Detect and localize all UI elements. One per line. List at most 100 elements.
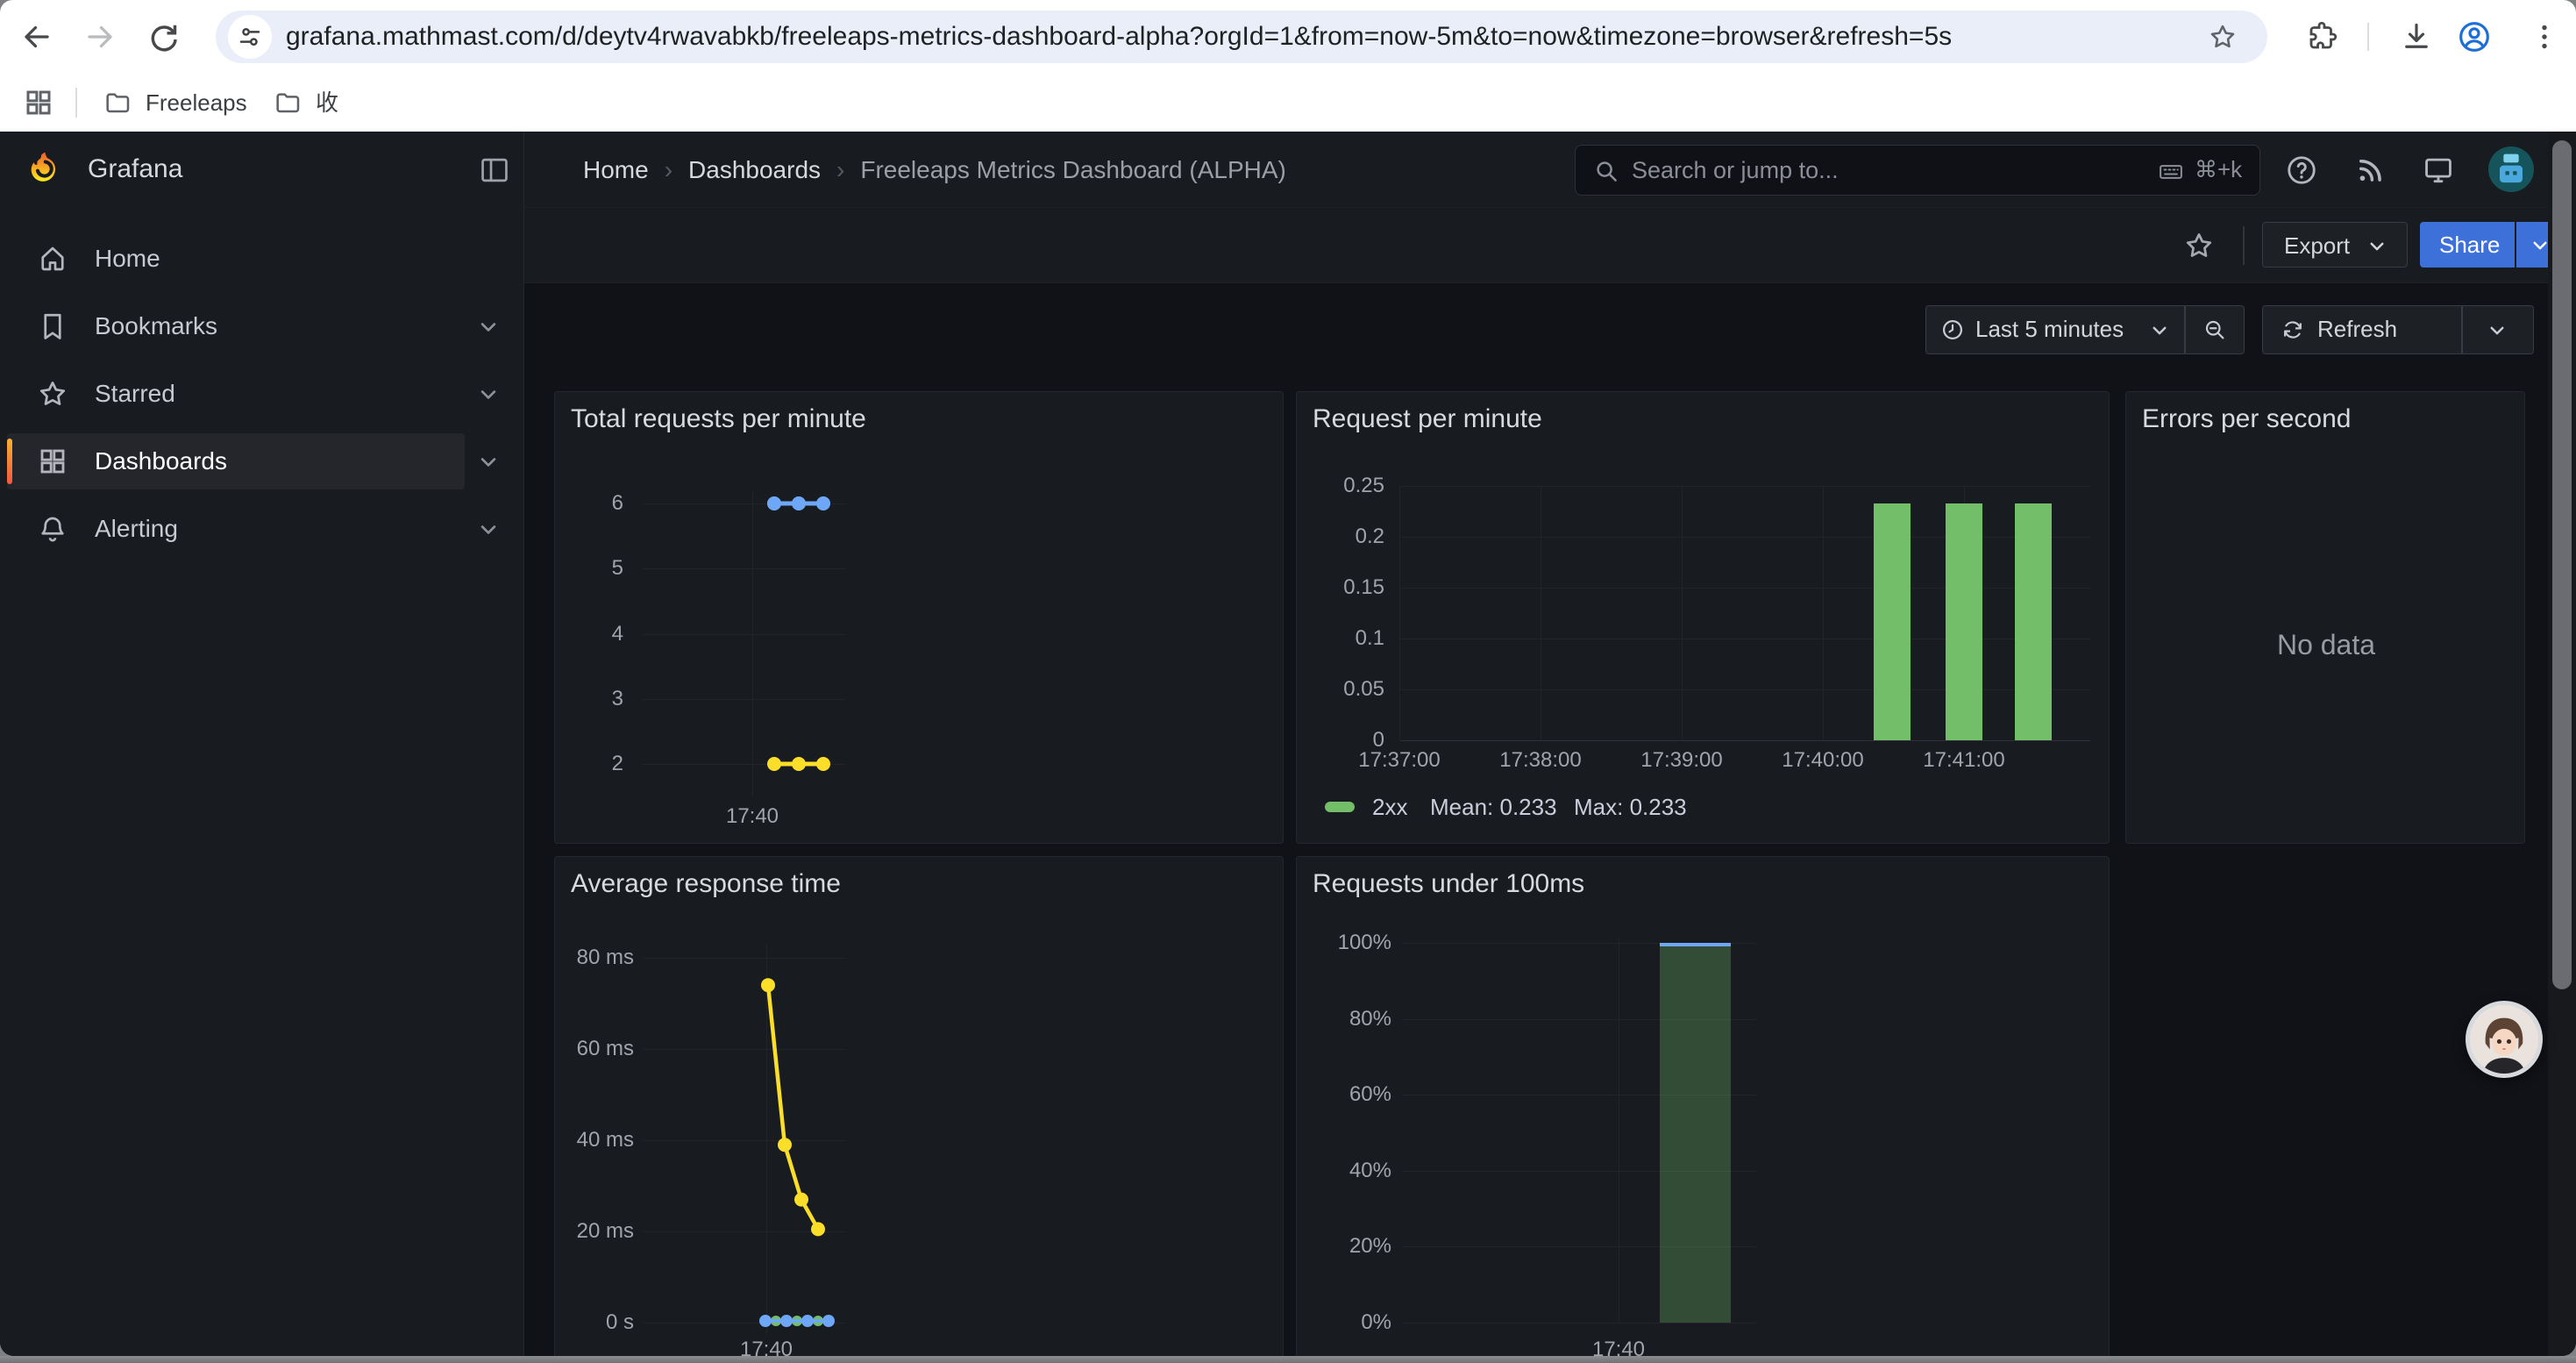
breadcrumb-item[interactable]: Home — [583, 156, 649, 184]
bookmark-icon — [37, 310, 68, 342]
chevron-down-icon[interactable] — [479, 520, 498, 539]
data-point — [801, 1315, 814, 1327]
sidebar-toggle-icon[interactable] — [478, 153, 511, 187]
panel-title[interactable]: Requests under 100ms — [1313, 869, 1584, 899]
refresh-button[interactable]: Refresh — [2263, 306, 2461, 353]
chevron-down-icon[interactable] — [479, 453, 498, 472]
panel-title[interactable]: Average response time — [571, 869, 841, 899]
zoom-out-button[interactable] — [2185, 306, 2245, 353]
breadcrumb-item[interactable]: Freeleaps Metrics Dashboard (ALPHA) — [860, 156, 1286, 184]
panel-title[interactable]: Request per minute — [1313, 404, 1542, 434]
sidebar-item-label: Home — [95, 231, 160, 287]
sidebar-item-home[interactable]: Home — [7, 231, 465, 287]
y-tick-label: 0.25 — [1297, 473, 1384, 499]
time-range-group: Last 5 minutes — [1925, 305, 2245, 354]
bookmarks-bar: Freeleaps 收藏博客 — [0, 74, 2576, 132]
bookmark-page-icon[interactable] — [2208, 22, 2238, 52]
y-tick-label: 80% — [1297, 1006, 1391, 1032]
series-color-pill[interactable] — [1325, 802, 1355, 812]
y-tick-label: 80 ms — [555, 945, 634, 971]
data-point — [822, 1315, 835, 1327]
sidebar-item-starred[interactable]: Starred — [7, 366, 465, 422]
forward-icon[interactable] — [84, 21, 116, 53]
gridline — [1682, 486, 1683, 740]
panel-request-per-minute: Request per minute0.250.20.150.10.05017:… — [1296, 391, 2110, 844]
panel-total-requests-per-minute: Total requests per minute6543217:40NameM… — [554, 391, 1284, 844]
profile-icon[interactable] — [2457, 19, 2492, 54]
gridline — [643, 1231, 846, 1232]
gridline — [752, 490, 753, 797]
data-point — [771, 1316, 781, 1326]
breadcrumb-item[interactable]: Dashboards — [688, 156, 821, 184]
y-tick-label: 0 s — [555, 1309, 634, 1336]
y-tick-label: 20% — [1297, 1233, 1391, 1260]
download-icon[interactable] — [2401, 21, 2432, 53]
sidebar-item-label: Bookmarks — [95, 298, 217, 354]
sidebar-item-alerting[interactable]: Alerting — [7, 501, 465, 557]
girl-avatar-icon — [2470, 1005, 2538, 1074]
site-settings-button[interactable] — [228, 15, 272, 59]
news-icon[interactable] — [2353, 153, 2387, 187]
export-button[interactable]: Export — [2262, 222, 2408, 268]
refresh-icon — [2281, 318, 2305, 342]
sidebar-item-bookmarks[interactable]: Bookmarks — [7, 298, 465, 354]
bar[interactable] — [2015, 503, 2052, 740]
panel-requests-under-100ms: Requests under 100ms100%80%60%40%20%0%17… — [1296, 856, 2110, 1356]
url-text[interactable]: grafana.mathmast.com/d/deytv4rwavabkb/fr… — [286, 11, 1952, 63]
bookmarks-divider — [75, 88, 77, 118]
user-avatar[interactable] — [2488, 146, 2534, 192]
x-tick-label: 17:40 — [1548, 1338, 1689, 1356]
search-input[interactable]: Search or jump to... ⌘+k — [1575, 145, 2260, 196]
bar[interactable] — [1946, 503, 1982, 740]
share-button[interactable]: Share — [2420, 222, 2515, 268]
help-icon[interactable] — [2285, 153, 2318, 187]
panel-title[interactable]: Total requests per minute — [571, 404, 866, 434]
panel-title[interactable]: Errors per second — [2142, 404, 2351, 434]
bar[interactable] — [1874, 503, 1911, 740]
apps-grid-icon[interactable] — [23, 87, 54, 118]
floating-assistant-avatar[interactable] — [2466, 1001, 2543, 1078]
display-icon[interactable] — [2422, 153, 2455, 187]
chevron-down-icon — [2151, 322, 2168, 339]
y-tick-label: 3 — [555, 686, 623, 712]
time-range-picker[interactable]: Last 5 minutes — [1926, 306, 2184, 353]
gridline — [643, 1049, 846, 1050]
y-tick-label: 40 ms — [555, 1127, 634, 1153]
gridline — [643, 1140, 846, 1141]
data-point — [761, 978, 775, 992]
grafana-logo-icon[interactable] — [25, 149, 65, 189]
gridline — [643, 699, 846, 700]
reload-icon[interactable] — [147, 21, 179, 53]
clock-icon — [1940, 318, 1965, 342]
grid-icon — [37, 446, 68, 477]
folder-icon — [274, 89, 302, 117]
brand-label[interactable]: Grafana — [88, 154, 182, 184]
extensions-icon[interactable] — [2306, 21, 2338, 53]
gridline — [643, 568, 846, 569]
x-tick-label: 17:39:00 — [1612, 748, 1752, 773]
url-bar[interactable]: grafana.mathmast.com/d/deytv4rwavabkb/fr… — [216, 11, 2267, 63]
gridline — [1400, 588, 2090, 589]
data-point — [813, 1316, 823, 1326]
back-icon[interactable] — [21, 21, 53, 53]
browser-toolbar: grafana.mathmast.com/d/deytv4rwavabkb/fr… — [0, 0, 2576, 74]
x-tick-label: 17:40 — [682, 804, 822, 829]
toolbar-divider — [2367, 23, 2369, 51]
refresh-interval-button[interactable] — [2462, 306, 2534, 353]
sidebar-item-dashboards[interactable]: Dashboards — [7, 433, 465, 489]
percentage-bar[interactable] — [1660, 943, 1731, 1323]
y-tick-label: 0.05 — [1297, 676, 1384, 703]
browser-menu-icon[interactable] — [2529, 21, 2560, 53]
bookmark-label: Freeleaps — [146, 74, 247, 132]
legend-series-name[interactable]: 2xx — [1372, 794, 1407, 821]
grafana-app: Grafana Home Bookmarks Starred Dashboards Al… — [0, 132, 2576, 1356]
data-point — [811, 1222, 825, 1236]
breadcrumb-separator: › — [821, 156, 860, 184]
favorite-dashboard-icon[interactable] — [2183, 230, 2215, 261]
chevron-down-icon[interactable] — [479, 385, 498, 404]
y-tick-label: 20 ms — [555, 1218, 634, 1245]
chevron-down-icon[interactable] — [479, 318, 498, 337]
scrollbar-thumb[interactable] — [2552, 140, 2572, 989]
data-point — [759, 1315, 772, 1327]
zoom-out-icon — [2202, 318, 2227, 342]
